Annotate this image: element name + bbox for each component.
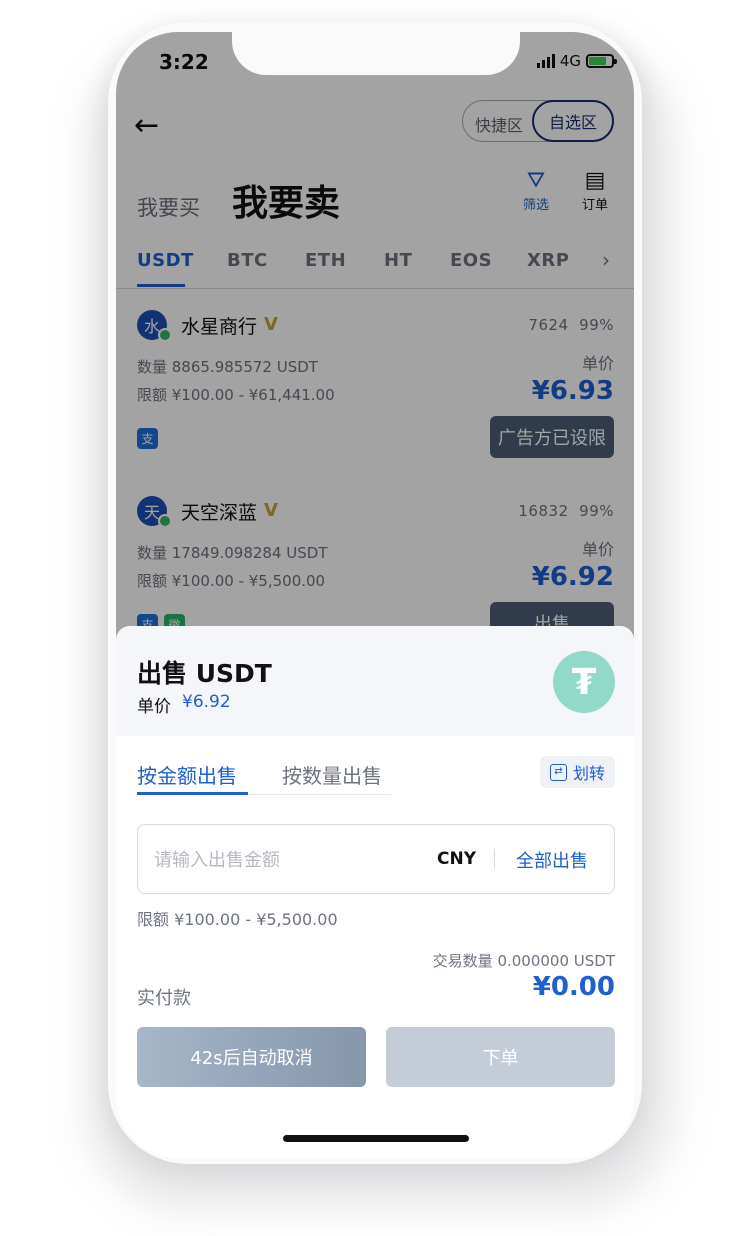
notch — [232, 32, 520, 75]
tab-sell-by-quantity[interactable]: 按数量出售 — [282, 760, 382, 789]
tether-logo-icon: ₮ — [553, 651, 615, 713]
payment-amount: ¥0.00 — [532, 972, 615, 1002]
currency-label: CNY — [437, 849, 477, 869]
amount-input-box: CNY 全部出售 — [137, 824, 615, 895]
transfer-label: 划转 — [572, 764, 605, 783]
home-indicator — [283, 1135, 469, 1142]
place-order-button[interactable]: 下单 — [386, 1027, 615, 1087]
sheet-price-label: 单价 — [137, 697, 171, 717]
input-divider — [494, 849, 495, 869]
transfer-icon: ⇄ — [549, 763, 567, 781]
sheet-header: 出售 USDT 单价 ¥6.92 ₮ — [116, 626, 634, 736]
tab-sell-by-amount[interactable]: 按金额出售 — [137, 760, 237, 789]
sheet-title: 出售 USDT — [137, 659, 272, 688]
active-mode-indicator — [137, 792, 248, 795]
app-screen: 3:22 4G ← 快捷区 自选区 我要买 我要卖 ⛛ 筛选 ▤ 订单 USDT… — [116, 32, 634, 1158]
sell-all-button[interactable]: 全部出售 — [516, 847, 588, 873]
sell-sheet: 出售 USDT 单价 ¥6.92 ₮ 按金额出售 按数量出售 ⇄ 划转 CNY … — [116, 626, 634, 1158]
auto-cancel-button[interactable]: 42s后自动取消 — [137, 1027, 366, 1087]
payment-label: 实付款 — [137, 988, 191, 1009]
trade-quantity: 交易数量 0.000000 USDT — [432, 952, 615, 970]
limit-range: 限额 ¥100.00 - ¥5,500.00 — [137, 910, 338, 929]
sheet-price: ¥6.92 — [182, 692, 231, 712]
amount-input[interactable] — [152, 825, 416, 895]
transfer-button[interactable]: ⇄ 划转 — [540, 756, 615, 788]
modal-overlay[interactable] — [116, 32, 634, 652]
